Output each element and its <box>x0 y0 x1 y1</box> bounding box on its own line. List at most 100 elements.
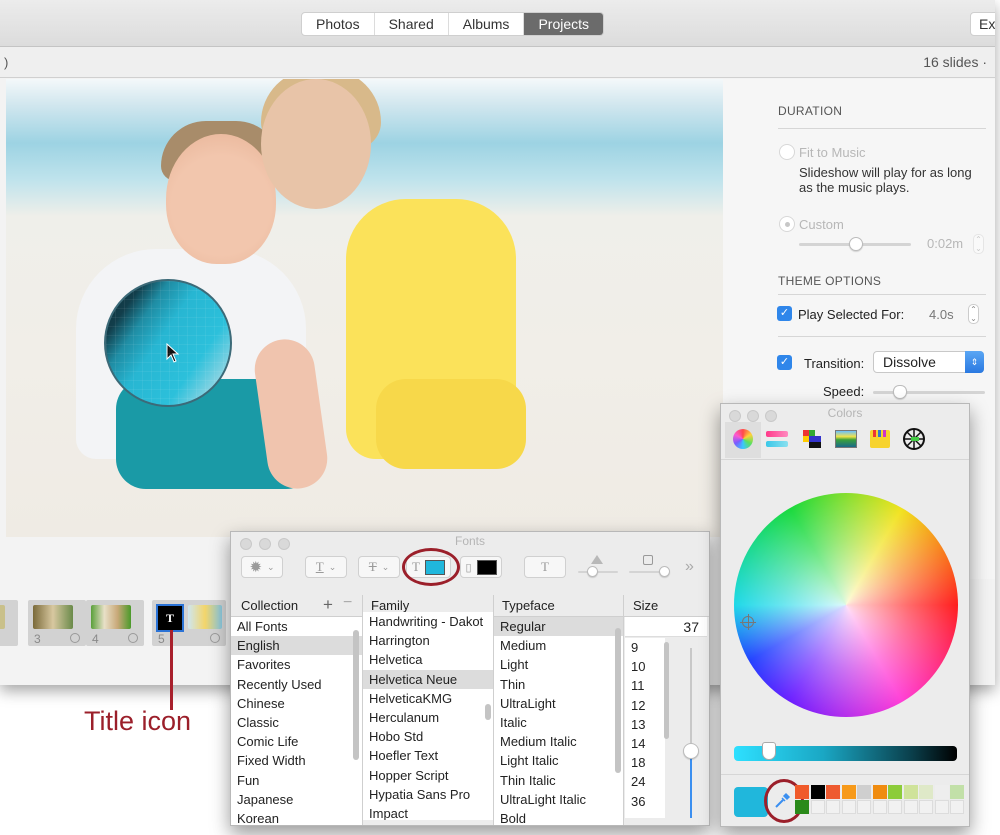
slider-knob[interactable] <box>659 566 670 577</box>
shadow-blur-slider[interactable] <box>629 555 670 577</box>
remove-collection-button[interactable]: − <box>343 594 352 612</box>
custom-duration-radio[interactable] <box>779 216 795 232</box>
typeface-item[interactable]: Medium <box>494 636 623 655</box>
color-wheel-tab[interactable] <box>728 424 758 454</box>
collection-item[interactable]: Comic Life <box>231 732 362 751</box>
size-slider-knob[interactable] <box>683 743 699 759</box>
color-swatch[interactable] <box>888 785 902 799</box>
size-item[interactable]: 18 <box>625 753 665 772</box>
family-scrollbar[interactable] <box>485 704 491 720</box>
family-item[interactable]: HelveticaKMG <box>363 689 493 708</box>
color-wheel[interactable] <box>734 493 958 717</box>
color-swatch[interactable] <box>934 785 949 799</box>
color-swatch[interactable] <box>934 800 949 814</box>
size-item[interactable]: 12 <box>625 696 665 715</box>
color-swatch[interactable] <box>919 785 933 799</box>
export-button[interactable]: Ex <box>970 12 995 36</box>
family-item[interactable]: Hopper Script <box>363 766 493 785</box>
collection-item[interactable]: Korean <box>231 809 362 825</box>
shadow-opacity-slider[interactable] <box>578 555 618 577</box>
speed-slider-knob[interactable] <box>893 385 907 399</box>
collection-item[interactable]: Favorites <box>231 655 362 674</box>
color-swatch[interactable] <box>826 785 840 799</box>
color-swatch[interactable] <box>795 785 809 799</box>
add-collection-button[interactable]: + <box>323 595 333 615</box>
fit-to-music-radio[interactable] <box>779 144 795 160</box>
typeface-item[interactable]: Thin Italic <box>494 771 623 790</box>
family-item[interactable]: Harrington <box>363 631 493 650</box>
color-swatch[interactable] <box>857 785 871 799</box>
family-item[interactable]: Handwriting - Dakot <box>363 612 493 631</box>
color-swatch[interactable] <box>857 800 871 814</box>
action-menu-button[interactable]: ✹ ⌄ <box>241 556 283 578</box>
size-item[interactable]: 10 <box>625 657 665 676</box>
color-swatch[interactable] <box>872 800 887 814</box>
size-item[interactable]: 11 <box>625 676 665 695</box>
play-selected-value[interactable]: 4.0s <box>929 307 954 322</box>
collection-item[interactable]: Chinese <box>231 694 362 713</box>
family-item[interactable]: Hoefler Text <box>363 746 493 765</box>
color-swatch[interactable] <box>950 785 964 799</box>
typeface-item[interactable]: Thin <box>494 675 623 694</box>
typeface-item[interactable]: Medium Italic <box>494 732 623 751</box>
color-swatch[interactable] <box>841 800 856 814</box>
size-input[interactable]: 37 <box>625 617 707 637</box>
spectrum-tab[interactable] <box>899 424 929 454</box>
typeface-item[interactable]: UltraLight Italic <box>494 790 623 809</box>
image-palettes-tab[interactable] <box>831 424 861 454</box>
color-sliders-tab[interactable] <box>763 424 793 454</box>
title-icon[interactable]: T <box>156 604 184 632</box>
current-color-well[interactable] <box>734 787 768 817</box>
play-selected-checkbox[interactable]: ✓ <box>777 306 792 321</box>
tab-photos[interactable]: Photos <box>302 13 375 35</box>
color-swatch[interactable] <box>950 800 964 814</box>
color-swatch[interactable] <box>903 800 918 814</box>
typeface-item[interactable]: Italic <box>494 713 623 732</box>
typeface-item[interactable]: Regular <box>494 617 623 637</box>
typeface-item[interactable]: Bold <box>494 809 623 825</box>
family-item[interactable]: Helvetica Neue <box>363 669 493 689</box>
transition-popup[interactable]: Dissolve ⇕ <box>873 351 984 373</box>
family-item[interactable]: Hypatia Sans Pro <box>363 785 493 804</box>
color-wheel-crosshair[interactable] <box>740 614 756 630</box>
color-swatch[interactable] <box>795 800 809 814</box>
size-item[interactable]: 9 <box>625 638 665 657</box>
filmstrip-slide[interactable]: 3 <box>28 600 86 646</box>
slider-knob[interactable] <box>587 566 598 577</box>
color-swatch[interactable] <box>888 800 902 814</box>
typeface-scrollbar[interactable] <box>615 628 621 773</box>
color-swatch[interactable] <box>919 800 933 814</box>
slide-preview[interactable]: I put a sand crab in mom’s bag! <box>6 79 723 537</box>
size-item[interactable]: 13 <box>625 715 665 734</box>
family-item[interactable]: Herculanum <box>363 708 493 727</box>
color-swatch[interactable] <box>903 785 918 799</box>
family-item[interactable]: Helvetica <box>363 650 493 669</box>
typeface-item[interactable]: UltraLight <box>494 694 623 713</box>
filmstrip-slide-partial[interactable] <box>0 600 18 646</box>
size-item[interactable]: 24 <box>625 772 665 791</box>
filmstrip-slide[interactable]: 4 <box>86 600 144 646</box>
collection-item[interactable]: Fun <box>231 771 362 790</box>
tab-shared[interactable]: Shared <box>375 13 449 35</box>
size-item[interactable]: 14 <box>625 734 665 753</box>
text-shadow-button[interactable]: T <box>524 556 566 578</box>
color-swatch[interactable] <box>810 785 825 799</box>
collection-item[interactable]: Fixed Width <box>231 751 362 770</box>
crayons-tab[interactable] <box>865 424 895 454</box>
speed-slider[interactable] <box>873 391 985 394</box>
collection-item[interactable]: Japanese <box>231 790 362 809</box>
collection-scrollbar[interactable] <box>353 630 359 760</box>
document-color-button[interactable]: ▯ <box>460 556 502 578</box>
brightness-slider-knob[interactable] <box>762 742 776 760</box>
tab-projects[interactable]: Projects <box>524 13 604 35</box>
filmstrip-slide-selected[interactable]: T 5 <box>152 600 226 646</box>
collection-item[interactable]: Recently Used <box>231 675 362 694</box>
color-swatch[interactable] <box>841 785 856 799</box>
underline-menu-button[interactable]: T ⌄ <box>305 556 347 578</box>
custom-duration-slider-knob[interactable] <box>849 237 863 251</box>
play-selected-stepper[interactable]: ⌃ ⌄ <box>968 304 979 324</box>
color-palettes-tab[interactable] <box>797 424 827 454</box>
typeface-item[interactable]: Light <box>494 655 623 674</box>
size-list-scrollbar[interactable] <box>664 642 669 739</box>
color-swatch[interactable] <box>826 800 840 814</box>
